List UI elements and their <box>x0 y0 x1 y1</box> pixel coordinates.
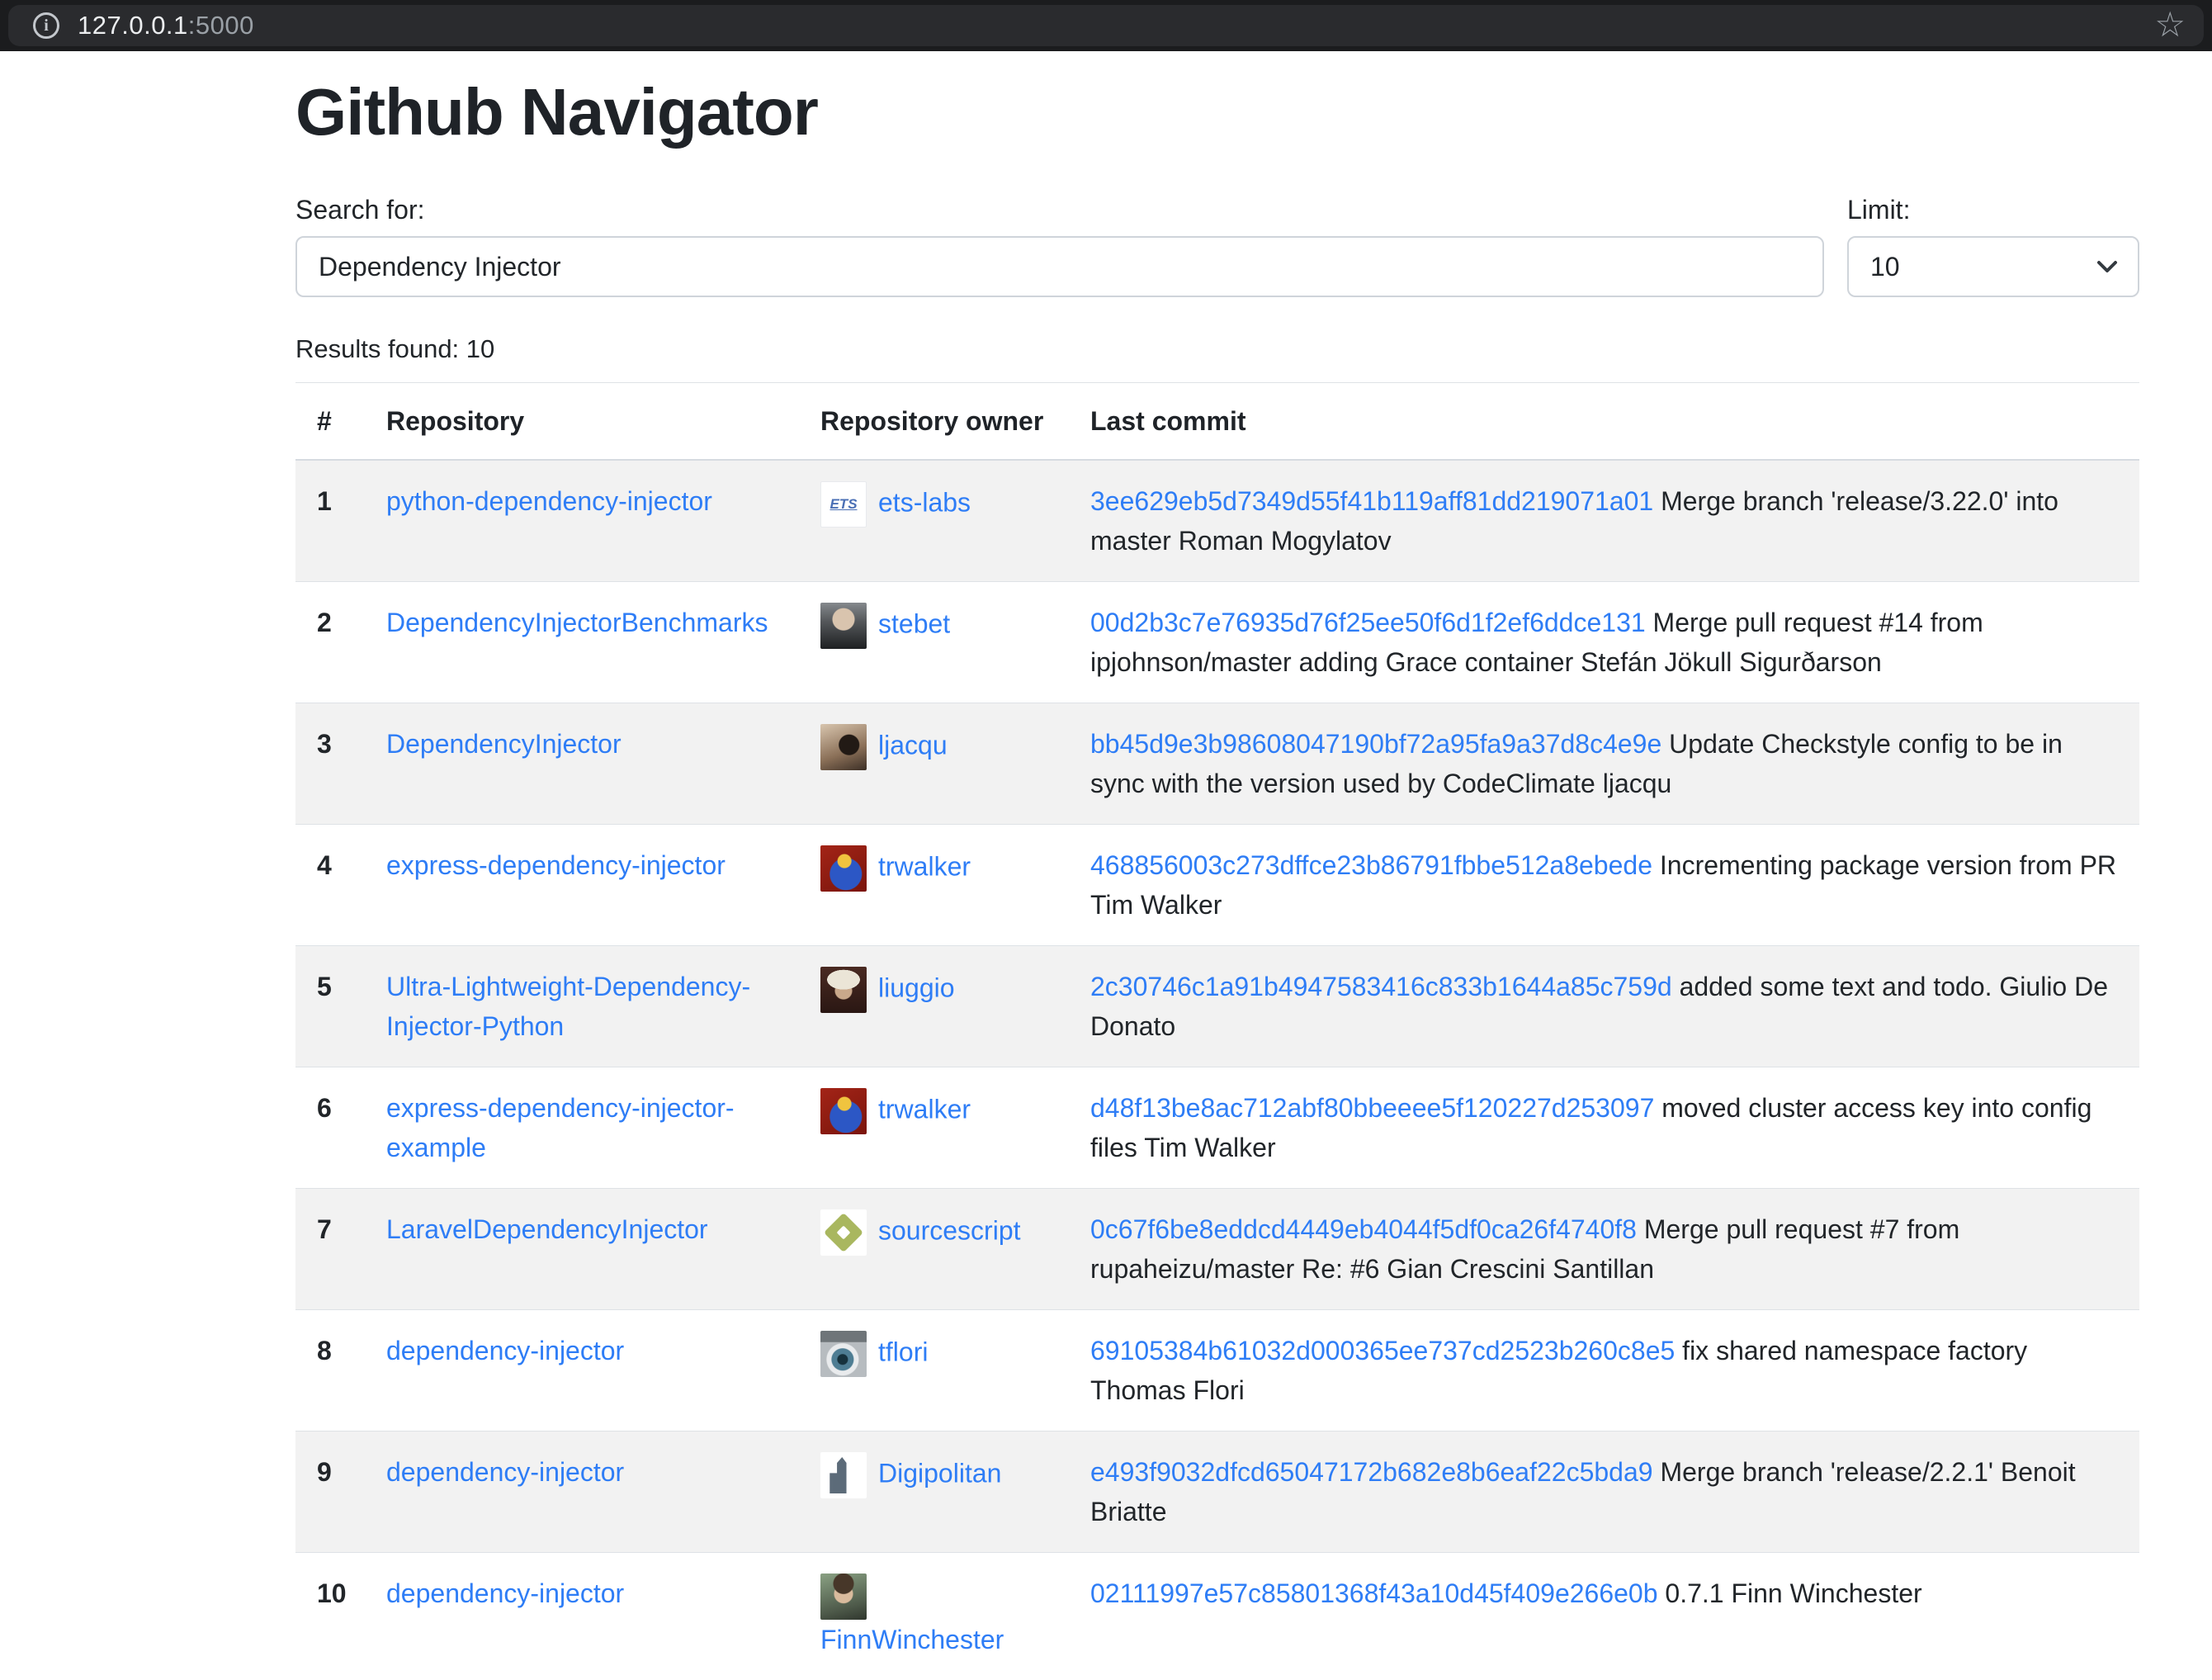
limit-label: Limit: <box>1847 190 2139 230</box>
repo-link[interactable]: python-dependency-injector <box>386 486 712 516</box>
repo-link[interactable]: Ultra-Lightweight-Dependency-Injector-Py… <box>386 972 750 1041</box>
search-input[interactable] <box>295 236 1824 297</box>
owner-link[interactable]: liuggio <box>878 973 955 1002</box>
owner-link[interactable]: trwalker <box>878 1094 971 1124</box>
owner-link[interactable]: sourcescript <box>878 1215 1021 1245</box>
row-index: 4 <box>295 825 365 946</box>
table-row: 8 dependency-injector tflori 69105384b61… <box>295 1310 2139 1432</box>
table-row: 9 dependency-injector Digipolitan e493f9… <box>295 1432 2139 1553</box>
url-port: :5000 <box>188 11 254 40</box>
owner-link[interactable]: tflori <box>878 1337 928 1366</box>
info-icon[interactable]: i <box>33 12 59 39</box>
results-table: # Repository Repository owner Last commi… <box>295 382 2139 1680</box>
repo-link[interactable]: DependencyInjectorBenchmarks <box>386 608 768 637</box>
limit-select[interactable]: 10 <box>1847 236 2139 297</box>
table-row: 5 Ultra-Lightweight-Dependency-Injector-… <box>295 946 2139 1067</box>
repo-link[interactable]: express-dependency-injector <box>386 850 726 880</box>
header-last-commit: Last commit <box>1069 383 2139 461</box>
owner-link[interactable]: FinnWinchester <box>820 1625 1004 1654</box>
browser-chrome: i 127.0.0.1:5000 ☆ <box>0 0 2212 51</box>
commit-hash-link[interactable]: 00d2b3c7e76935d76f25ee50f6d1f2ef6ddce131 <box>1090 608 1646 637</box>
table-header-row: # Repository Repository owner Last commi… <box>295 383 2139 461</box>
repo-link[interactable]: dependency-injector <box>386 1457 624 1487</box>
header-repository-owner: Repository owner <box>799 383 1069 461</box>
row-index: 1 <box>295 460 365 582</box>
table-row: 6 express-dependency-injector-example tr… <box>295 1067 2139 1189</box>
owner-avatar <box>820 967 867 1013</box>
url-text: 127.0.0.1:5000 <box>78 11 254 40</box>
page-title: Github Navigator <box>295 76 2139 149</box>
owner-link[interactable]: trwalker <box>878 851 971 881</box>
commit-hash-link[interactable]: 468856003c273dffce23b86791fbbe512a8ebede <box>1090 850 1652 880</box>
row-index: 5 <box>295 946 365 1067</box>
commit-message: 0.7.1 Finn Winchester <box>1665 1578 1921 1608</box>
table-row: 3 DependencyInjector ljacqu bb45d9e3b986… <box>295 703 2139 825</box>
owner-avatar <box>820 1574 867 1620</box>
search-label: Search for: <box>295 190 1824 230</box>
repo-link[interactable]: dependency-injector <box>386 1578 624 1608</box>
owner-avatar <box>820 724 867 770</box>
owner-link[interactable]: Digipolitan <box>878 1458 1001 1488</box>
row-index: 3 <box>295 703 365 825</box>
repo-link[interactable]: DependencyInjector <box>386 729 622 759</box>
address-bar[interactable]: i 127.0.0.1:5000 ☆ <box>8 5 2204 46</box>
page-content: Github Navigator Search for: Limit: 10 R… <box>295 76 2139 1680</box>
owner-avatar: ETS <box>820 481 867 528</box>
commit-hash-link[interactable]: 69105384b61032d000365ee737cd2523b260c8e5 <box>1090 1336 1675 1365</box>
commit-hash-link[interactable]: 0c67f6be8eddcd4449eb4044f5df0ca26f4740f8 <box>1090 1214 1637 1244</box>
repo-link[interactable]: dependency-injector <box>386 1336 624 1365</box>
table-row: 1 python-dependency-injector ETS ets-labs… <box>295 460 2139 582</box>
owner-link[interactable]: stebet <box>878 608 950 638</box>
header-repository: Repository <box>365 383 799 461</box>
table-row: 2 DependencyInjectorBenchmarks stebet 00… <box>295 582 2139 703</box>
owner-avatar <box>820 1452 867 1498</box>
commit-hash-link[interactable]: e493f9032dfcd65047172b682e8b6eaf22c5bda9 <box>1090 1457 1653 1487</box>
owner-avatar <box>820 1088 867 1134</box>
commit-hash-link[interactable]: bb45d9e3b98608047190bf72a95fa9a37d8c4e9e <box>1090 729 1661 759</box>
row-index: 9 <box>295 1432 365 1553</box>
commit-hash-link[interactable]: d48f13be8ac712abf80bbeeee5f120227d253097 <box>1090 1093 1654 1123</box>
table-row: 4 express-dependency-injector trwalker 4… <box>295 825 2139 946</box>
repo-link[interactable]: express-dependency-injector-example <box>386 1093 735 1162</box>
commit-hash-link[interactable]: 2c30746c1a91b4947583416c833b1644a85c759d <box>1090 972 1672 1001</box>
table-row: 7 LaravelDependencyInjector sourcescript… <box>295 1189 2139 1310</box>
owner-avatar <box>820 845 867 892</box>
limit-selected-value: 10 <box>1870 252 1900 282</box>
owner-avatar <box>820 1331 867 1377</box>
row-index: 6 <box>295 1067 365 1189</box>
row-index: 8 <box>295 1310 365 1432</box>
row-index: 2 <box>295 582 365 703</box>
owner-link[interactable]: ets-labs <box>878 487 971 517</box>
owner-avatar <box>820 1209 867 1256</box>
search-form: Search for: Limit: 10 <box>295 190 2139 297</box>
repo-link[interactable]: LaravelDependencyInjector <box>386 1214 708 1244</box>
commit-hash-link[interactable]: 3ee629eb5d7349d55f41b119aff81dd219071a01 <box>1090 486 1653 516</box>
url-host: 127.0.0.1 <box>78 11 188 40</box>
results-summary: Results found: 10 <box>295 330 2139 367</box>
commit-hash-link[interactable]: 02111997e57c85801368f43a10d45f409e266e0b <box>1090 1578 1658 1608</box>
header-index: # <box>295 383 365 461</box>
bookmark-star-icon[interactable]: ☆ <box>2154 7 2186 42</box>
avatar-logo-text: ETS <box>821 482 866 527</box>
owner-avatar <box>820 603 867 649</box>
row-index: 7 <box>295 1189 365 1310</box>
chevron-down-icon <box>2096 259 2118 274</box>
owner-link[interactable]: ljacqu <box>878 730 948 760</box>
